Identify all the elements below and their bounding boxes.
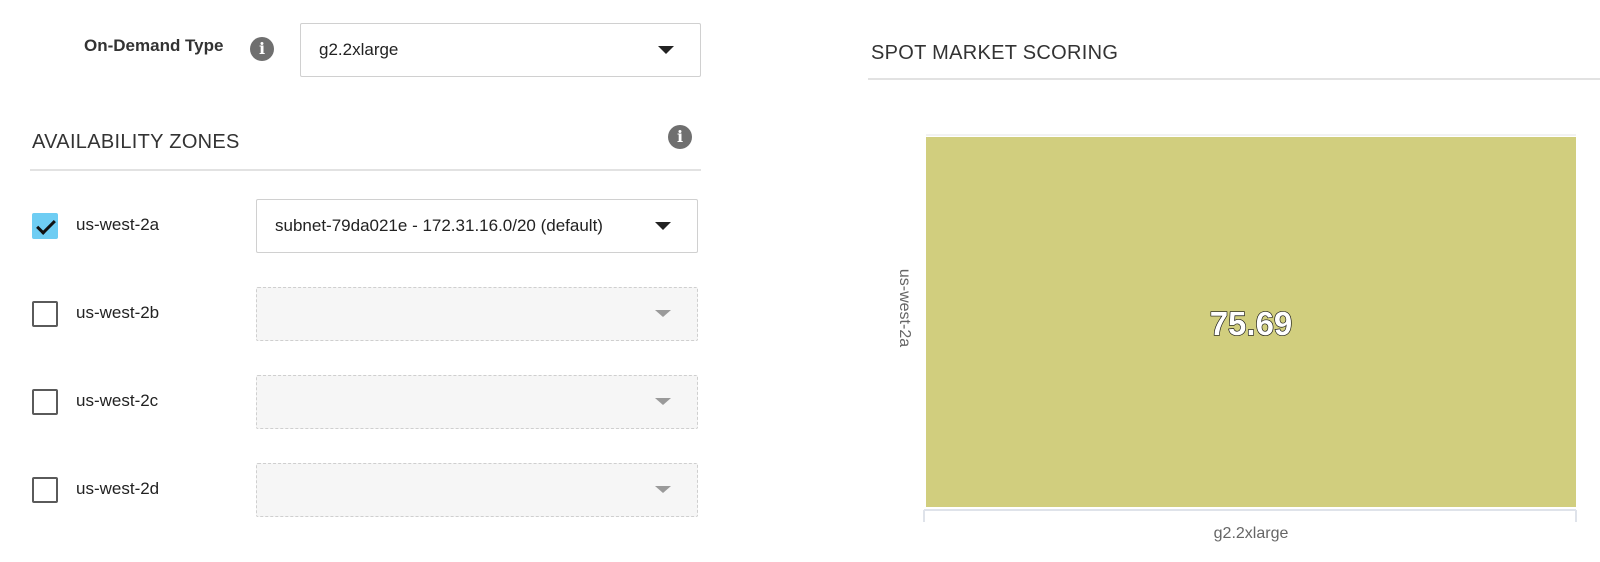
subnet-select-us-west-2a[interactable]: subnet-79da021e - 172.31.16.0/20 (defaul… [256,199,698,253]
spot-market-scoring-title: SPOT MARKET SCORING [871,42,1119,64]
az-row-us-west-2b: us-west-2b [0,287,701,341]
az-row-us-west-2a: us-west-2a subnet-79da021e - 172.31.16.0… [0,199,701,253]
az-checkbox-us-west-2b[interactable] [32,301,58,327]
chevron-down-icon [655,222,671,230]
az-label: us-west-2a [76,215,160,234]
az-checkbox-us-west-2c[interactable] [32,389,58,415]
chevron-down-icon [655,398,671,405]
heatmap-cell-label: 75.69 [1210,305,1293,342]
info-icon[interactable]: i [668,125,692,149]
subnet-select-us-west-2d[interactable] [256,463,698,517]
spot-market-divider [868,78,1600,80]
on-demand-type-label: On-Demand Type [84,36,224,55]
subnet-value: subnet-79da021e - 172.31.16.0/20 (defaul… [275,216,603,235]
az-row-us-west-2d: us-west-2d [0,463,701,517]
availability-zones-divider [30,169,701,171]
subnet-select-us-west-2b[interactable] [256,287,698,341]
az-label: us-west-2b [76,303,160,322]
on-demand-type-select[interactable]: g2.2xlarge [300,23,701,77]
page: On-Demand Type i g2.2xlarge AVAILABILITY… [0,0,1600,562]
az-label: us-west-2d [76,479,160,498]
x-tick-label: g2.2xlarge [1214,525,1289,542]
az-label: us-west-2c [76,391,159,410]
az-checkbox-us-west-2a[interactable] [32,213,58,239]
checkmark-icon [36,215,56,235]
chevron-down-icon [655,310,671,317]
spot-market-heatmap: 75.69 g2.2xlarge us-west-2a [896,134,1577,542]
availability-zones-title: AVAILABILITY ZONES [32,131,240,153]
on-demand-type-value: g2.2xlarge [319,40,399,59]
chevron-down-icon [655,486,671,493]
az-checkbox-us-west-2d[interactable] [32,477,58,503]
y-tick-label: us-west-2a [896,269,913,347]
info-icon[interactable]: i [250,37,274,61]
az-row-us-west-2c: us-west-2c [0,375,701,429]
chevron-down-icon [658,46,674,54]
subnet-select-us-west-2c[interactable] [256,375,698,429]
